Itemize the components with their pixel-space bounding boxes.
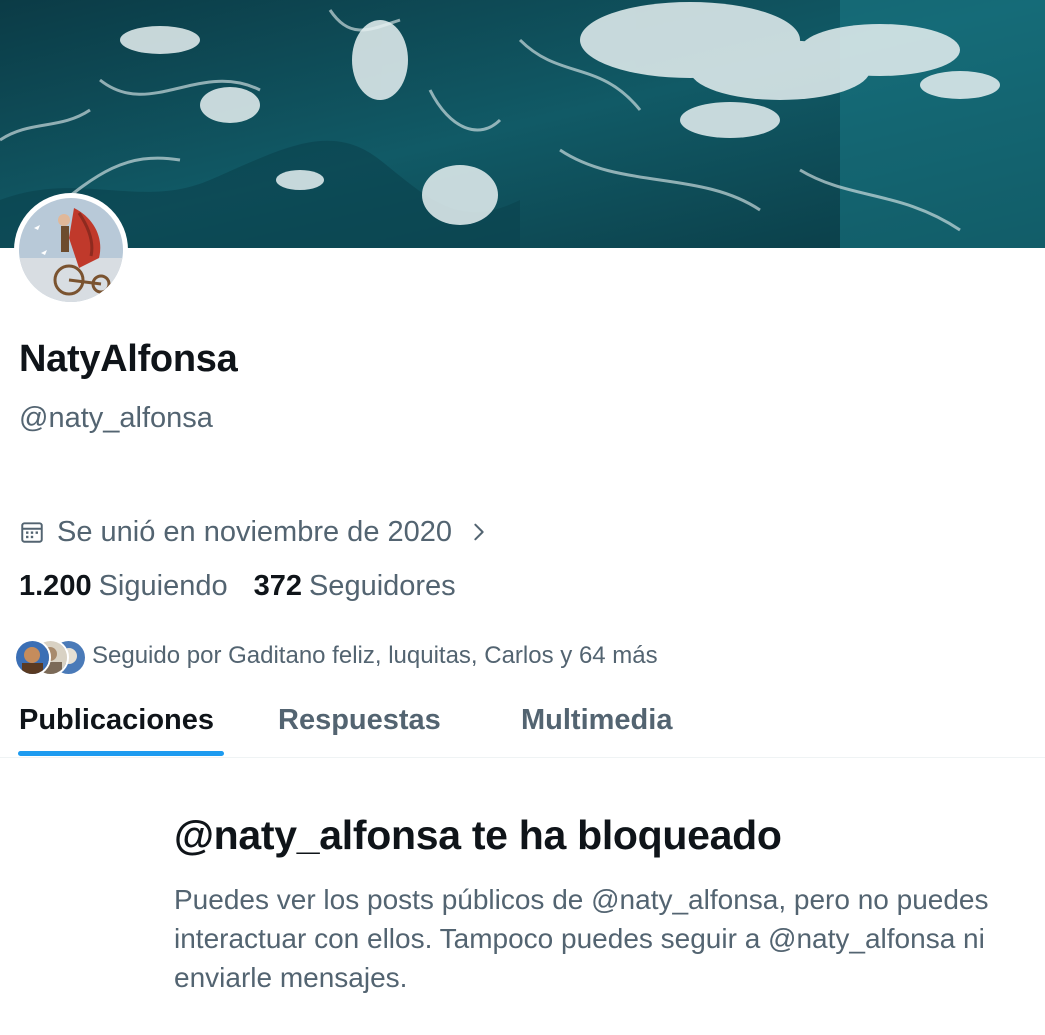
following-link[interactable]: 1.200 Siguiendo xyxy=(19,570,228,603)
profile-display-name: NatyAlfonsa xyxy=(19,338,238,380)
following-label: Siguiendo xyxy=(98,570,228,602)
tab-multimedia[interactable]: Multimedia xyxy=(521,704,672,737)
followed-by-row[interactable]: Seguido por Gaditano feliz, luquitas, Ca… xyxy=(14,636,658,676)
banner-ocean-image xyxy=(0,0,1045,248)
active-tab-indicator xyxy=(18,751,224,756)
profile-tabs: Publicaciones Respuestas Multimedia xyxy=(0,690,1045,758)
follow-stats: 1.200 Siguiendo 372 Seguidores xyxy=(19,570,456,603)
join-date-row[interactable]: Se unió en noviembre de 2020 xyxy=(19,512,490,552)
avatar-image xyxy=(19,198,123,302)
tab-publicaciones[interactable]: Publicaciones xyxy=(19,704,214,737)
blocked-title: @naty_alfonsa te ha bloqueado xyxy=(174,812,782,858)
avatar xyxy=(14,639,51,676)
followers-count: 372 xyxy=(253,570,302,602)
following-count: 1.200 xyxy=(19,570,92,602)
followers-link[interactable]: 372 Seguidores xyxy=(254,570,456,603)
chevron-right-icon xyxy=(474,523,484,541)
followers-you-know-avatars xyxy=(14,638,87,676)
profile-banner[interactable] xyxy=(0,0,1045,248)
blocked-message: Puedes ver los posts públicos de @naty_a… xyxy=(174,884,989,993)
calendar-icon xyxy=(21,522,43,543)
join-date-text: Se unió en noviembre de 2020 xyxy=(57,515,453,548)
profile-handle: @naty_alfonsa xyxy=(19,402,213,434)
followers-label: Seguidores xyxy=(308,570,456,602)
profile-avatar[interactable] xyxy=(14,193,128,307)
followed-by-text: Seguido por Gaditano feliz, luquitas, Ca… xyxy=(92,642,658,669)
tab-respuestas[interactable]: Respuestas xyxy=(278,704,441,737)
